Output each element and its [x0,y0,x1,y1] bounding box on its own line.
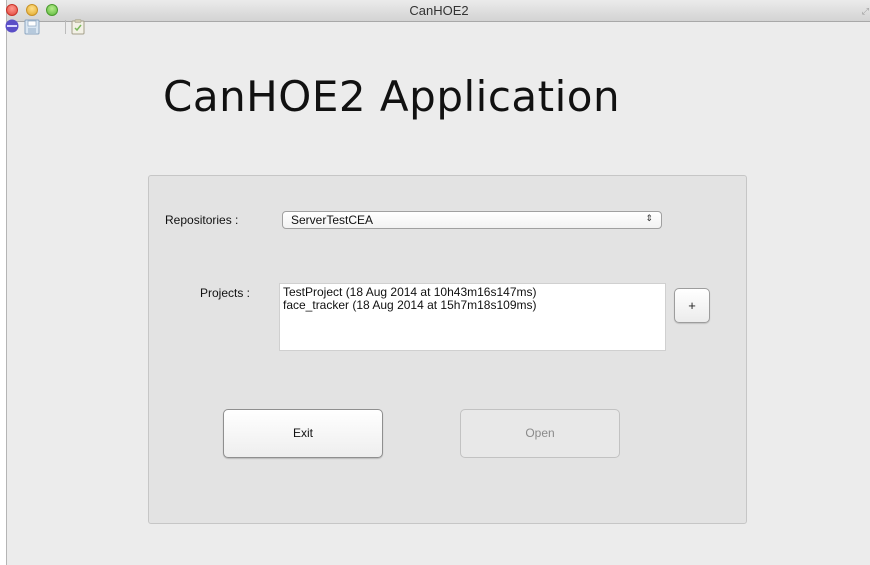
projects-list[interactable]: TestProject (18 Aug 2014 at 10h43m16s147… [279,283,666,351]
repository-select[interactable]: ServerTestCEA ⇕ [282,211,662,229]
exit-button[interactable]: Exit [223,409,383,458]
repository-selected-value: ServerTestCEA [291,213,374,227]
project-selection-panel: Repositories : ServerTestCEA ⇕ Projects … [148,175,747,524]
fullscreen-icon[interactable]: ⤢ [862,6,869,17]
open-button[interactable]: Open [460,409,620,458]
projects-label: Projects : [200,286,251,300]
stop-icon[interactable] [5,18,21,34]
list-item[interactable]: face_tracker (18 Aug 2014 at 15h7m18s109… [283,299,665,312]
clipboard-icon[interactable] [69,18,87,36]
app-window: CanHOE2 ⤢ CanHOE2 Application Repositori… [5,0,870,565]
repositories-label: Repositories : [165,213,239,227]
save-icon[interactable] [23,18,41,36]
toolbar-separator [65,20,66,34]
app-heading: CanHOE2 Application [163,72,621,121]
window-title: CanHOE2 [409,3,469,18]
add-project-button[interactable]: + [674,288,710,323]
title-bar: CanHOE2 ⤢ [6,0,870,22]
select-arrows-icon: ⇕ [645,213,653,223]
